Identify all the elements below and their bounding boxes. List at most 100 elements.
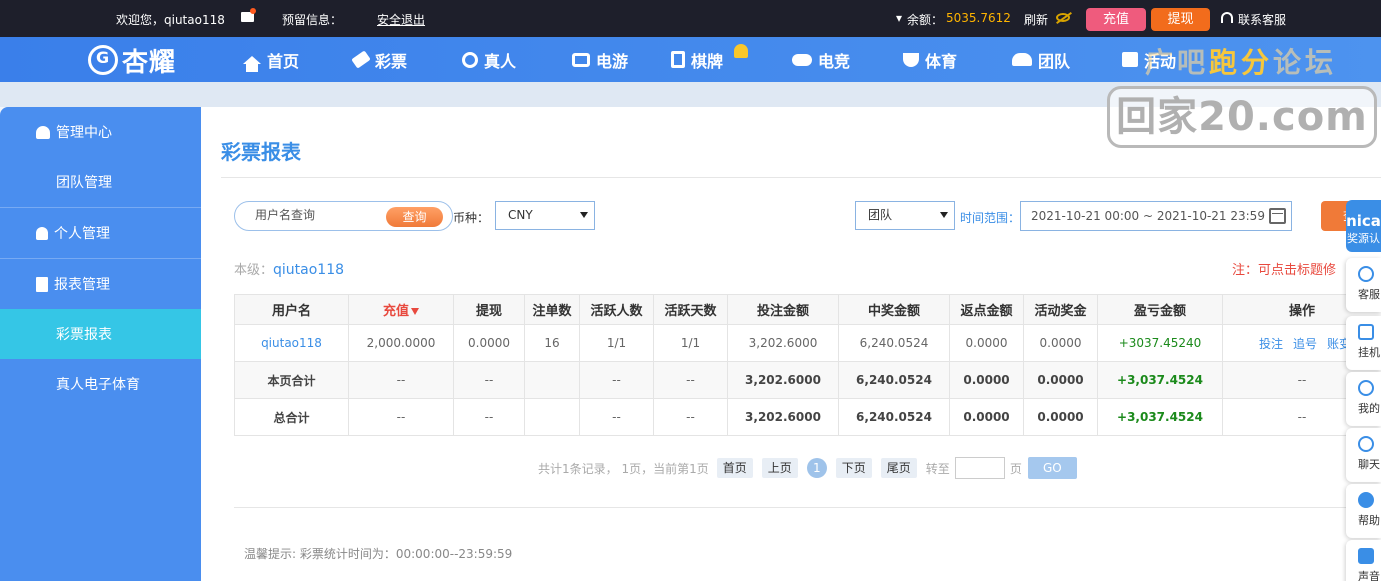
bet-link[interactable]: 投注 [1259, 335, 1283, 352]
nav-team[interactable]: 团队 [1012, 37, 1070, 82]
sidebar-item-label: 团队管理 [56, 175, 112, 191]
team-icon [36, 125, 50, 139]
diamond-icon [1358, 324, 1374, 340]
nav-cards[interactable]: 棋牌 [671, 37, 723, 82]
current-page[interactable]: 1 [806, 458, 827, 478]
nav-sports-label: 体育 [925, 51, 958, 71]
sidebar-item-label: 彩票报表 [56, 327, 112, 343]
team-icon [1012, 53, 1032, 66]
col-withdraw[interactable]: 提现 [453, 294, 525, 325]
scope-select[interactable]: 团队 [855, 201, 955, 230]
slot-machine-icon [572, 52, 590, 67]
calendar-icon[interactable] [1269, 208, 1286, 224]
sidebar-item-report-mgmt[interactable]: 报表管理 [0, 259, 201, 309]
cell-withdraw: 0.0000 [453, 324, 525, 362]
time-range-input[interactable]: 2021-10-21 00:00 ~ 2021-10-21 23:59 [1020, 201, 1292, 231]
col-profit[interactable]: 盈亏金额 [1097, 294, 1223, 325]
col-rebate[interactable]: 返点金额 [949, 294, 1024, 325]
sidebar-item-label: 管理中心 [56, 125, 112, 141]
nav-live[interactable]: 真人 [462, 37, 516, 82]
support-link[interactable]: 联系客服 [1238, 11, 1286, 28]
sidebar: 管理中心 团队管理 个人管理 报表管理 彩票报表 真人电子体育 [0, 107, 201, 581]
user-icon [36, 226, 48, 240]
site-logo[interactable]: 杏耀 [88, 42, 176, 78]
cell-recharge: -- [348, 361, 454, 399]
float-banner[interactable]: nica 奖源认 [1346, 200, 1381, 252]
prev-page-button[interactable]: 上页 [761, 458, 798, 478]
search-button[interactable]: 查询 [386, 207, 443, 227]
sort-note: 注：可点击标题修 [1232, 263, 1337, 278]
live-person-icon [462, 51, 478, 68]
withdraw-button[interactable]: 提现 [1151, 8, 1210, 31]
first-page-button[interactable]: 首页 [716, 458, 753, 478]
nav-cards-label: 棋牌 [691, 51, 724, 71]
col-bonus[interactable]: 活动奖金 [1023, 294, 1098, 325]
cell-bet-amount: 3,202.6000 [727, 361, 839, 399]
chase-link[interactable]: 追号 [1293, 335, 1317, 352]
float-chat[interactable]: 聊天 [1346, 428, 1381, 482]
gamepad-icon [792, 53, 812, 66]
cell-profit: +3037.45240 [1097, 324, 1223, 362]
search-input[interactable] [255, 208, 375, 222]
table-row-page-total: 本页合计 -- -- -- -- 3,202.6000 6,240.0524 0… [234, 361, 1381, 399]
cell-active-days: 1/1 [653, 324, 728, 362]
float-support[interactable]: 客服 [1346, 258, 1381, 312]
cell-active-users: 1/1 [579, 324, 654, 362]
nav-lottery[interactable]: 彩票 [351, 37, 407, 82]
float-hangup[interactable]: 挂机 [1346, 316, 1381, 370]
cell-label: 总合计 [234, 398, 349, 436]
headset-icon [1221, 12, 1233, 23]
mail-icon[interactable] [241, 8, 256, 22]
next-page-button[interactable]: 下页 [835, 458, 872, 478]
float-mine[interactable]: 我的 [1346, 372, 1381, 426]
nav-home[interactable]: 首页 [243, 37, 299, 82]
cell-win-amount: 6,240.0524 [838, 361, 950, 399]
nav-egame[interactable]: 电游 [572, 37, 628, 82]
float-help[interactable]: 帮助 [1346, 484, 1381, 538]
nav-sports[interactable]: 体育 [903, 37, 957, 82]
cell-bet-amount: 3,202.6000 [727, 324, 839, 362]
col-username[interactable]: 用户名 [234, 294, 349, 325]
divider [221, 177, 1381, 178]
sidebar-item-label: 真人电子体育 [56, 377, 140, 393]
sidebar-item-mgmt-center[interactable]: 管理中心 [0, 107, 201, 157]
nav-esports[interactable]: 电竞 [792, 37, 850, 82]
last-page-button[interactable]: 尾页 [880, 458, 917, 478]
sidebar-item-personal-mgmt[interactable]: 个人管理 [0, 208, 201, 258]
currency-select[interactable]: CNY [495, 201, 595, 230]
sidebar-item-lottery-report[interactable]: 彩票报表 [0, 309, 201, 359]
ticket-icon [351, 50, 371, 69]
cell-recharge: -- [348, 398, 454, 436]
sidebar-item-live-report[interactable]: 真人电子体育 [0, 359, 201, 409]
logout-link[interactable]: 安全退出 [377, 11, 425, 28]
bell-icon [734, 44, 748, 58]
col-active-users[interactable]: 活跃人数 [579, 294, 654, 325]
float-sound[interactable]: 声音 [1346, 540, 1381, 581]
float-banner-small: 奖源认 [1347, 232, 1380, 245]
sidebar-item-team-mgmt[interactable]: 团队管理 [0, 157, 201, 207]
logo-text: 杏耀 [122, 47, 177, 78]
cards-icon [671, 51, 685, 68]
level-user-link[interactable]: qiutao118 [273, 262, 344, 278]
table-header-row: 用户名 充值 提现 注单数 活跃人数 活跃天数 投注金额 中奖金额 返点金额 活… [234, 294, 1381, 325]
cell-rebate: 0.0000 [949, 398, 1024, 436]
go-button[interactable]: GO [1027, 457, 1077, 479]
page-title: 彩票报表 [221, 140, 301, 164]
cell-active-days: -- [653, 398, 728, 436]
help-icon [1358, 492, 1374, 508]
col-orders[interactable]: 注单数 [524, 294, 580, 325]
time-range-value: 2021-10-21 00:00 ~ 2021-10-21 23:59 [1031, 209, 1265, 223]
col-active-days[interactable]: 活跃天数 [653, 294, 728, 325]
user-icon [1358, 380, 1374, 396]
goto-page-input[interactable] [954, 457, 1005, 479]
col-recharge[interactable]: 充值 [348, 294, 454, 325]
col-bet-amount[interactable]: 投注金额 [727, 294, 839, 325]
chevron-down-icon[interactable]: ▾ [896, 11, 902, 25]
eye-hidden-icon[interactable] [1056, 13, 1070, 22]
col-win-amount[interactable]: 中奖金额 [838, 294, 950, 325]
cell-username[interactable]: qiutao118 [234, 324, 349, 362]
refresh-button[interactable]: 刷新 [1024, 11, 1048, 28]
time-range-label: 时间范围： [960, 211, 1021, 225]
recharge-button[interactable]: 充值 [1086, 8, 1146, 31]
scope-value: 团队 [868, 208, 893, 222]
